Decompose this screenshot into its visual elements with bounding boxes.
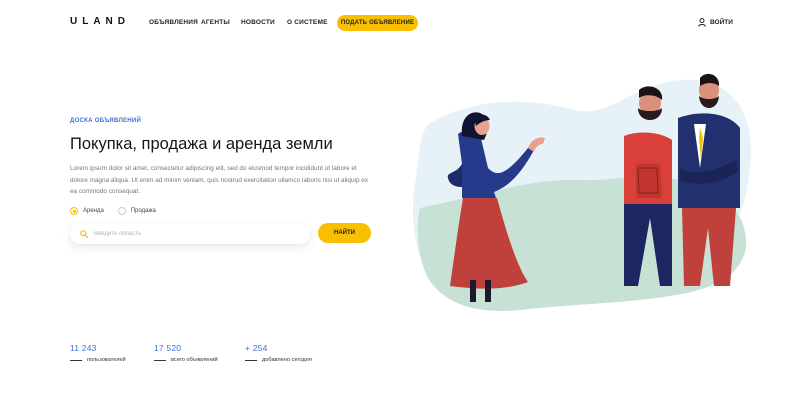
stat-today: + 254 добавлено сегодня [245,343,312,363]
logo[interactable]: ULAND [70,16,130,27]
stat-divider [70,359,82,361]
user-icon [698,18,706,27]
login-button[interactable]: ВОЙТИ [698,18,733,27]
radio-rent-indicator [70,207,78,215]
radio-sale-indicator [117,207,126,215]
search-box [70,223,310,244]
radio-sale-label: Продажа [130,208,156,214]
stat-today-label: добавлено сегодня [262,357,312,363]
search-input[interactable] [94,230,294,237]
stat-today-value: + 254 [245,343,268,353]
stat-listings-value: 17 520 [154,343,182,353]
search-button[interactable]: НАЙТИ [318,223,371,243]
stat-users-label: пользователей [87,357,126,363]
search-icon [80,229,88,238]
nav-item-agents[interactable]: АГЕНТЫ [201,19,230,26]
stat-listings-label: всего объявлений [171,357,218,363]
nav-item-news[interactable]: НОВОСТИ [241,19,275,26]
login-label: ВОЙТИ [710,19,733,26]
hero-illustration [412,73,751,311]
stat-users: 11 243 пользователей [70,343,126,363]
page-title: Покупка, продажа и аренда земли [70,135,333,153]
section-eyebrow: ДОСКА ОБЪЯВЛЕНИЙ [70,118,142,124]
hero-description: Lorem ipsum dolor sit amet, consectetur … [70,165,369,196]
radio-rent[interactable]: Аренда [70,207,104,215]
nav-item-listings[interactable]: ОБЪЯВЛЕНИЯ [149,19,198,26]
stat-users-value: 11 243 [70,343,97,353]
radio-rent-label: Аренда [83,208,104,214]
stat-divider [245,359,257,361]
deal-type-radio-group: Аренда Продажа [70,207,156,215]
radio-sale[interactable]: Продажа [117,207,156,215]
stat-listings: 17 520 всего объявлений [154,343,218,363]
stat-divider [154,359,166,361]
post-listing-button[interactable]: ПОДАТЬ ОБЪЯВЛЕНИЕ [337,15,418,31]
nav-item-about[interactable]: О СИСТЕМЕ [287,19,328,26]
